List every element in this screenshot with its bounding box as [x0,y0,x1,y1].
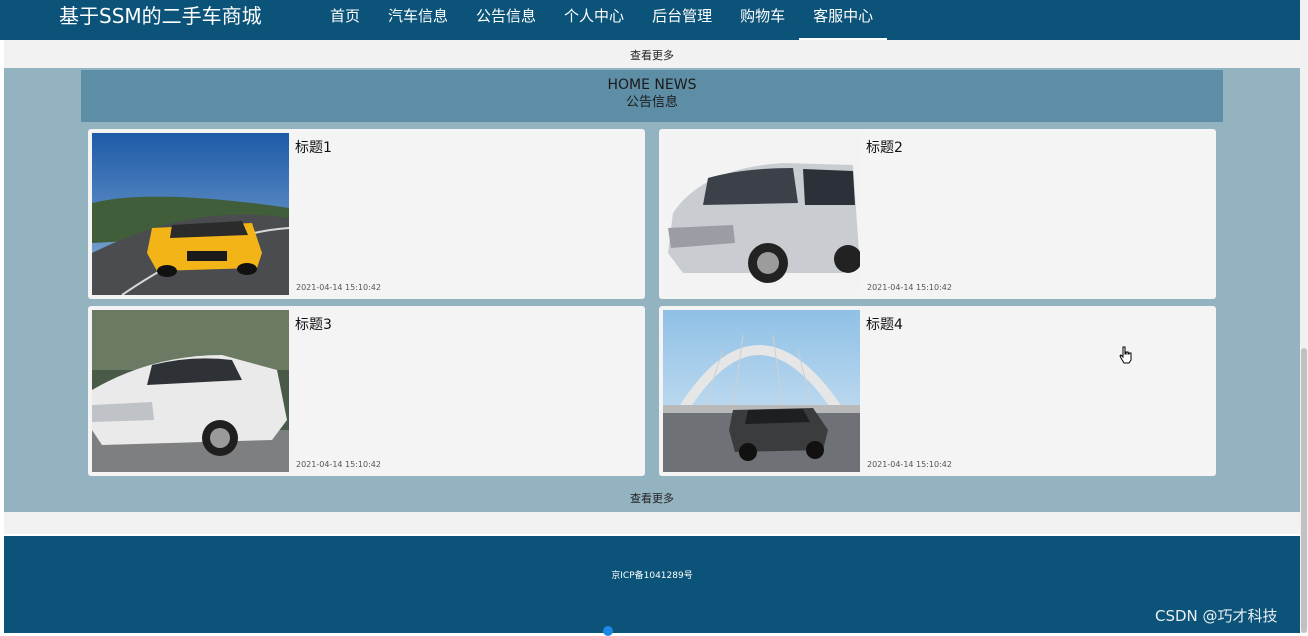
section-spacer [4,512,1300,534]
news-section-header: HOME NEWS 公告信息 [81,70,1223,122]
nav-personal-center[interactable]: 个人中心 [550,0,638,40]
floating-dot-icon[interactable] [603,626,613,636]
news-card-4[interactable]: 标题4 2021-04-14 15:10:42 [659,306,1216,476]
scrollbar-thumb[interactable] [1301,348,1307,633]
news-date: 2021-04-14 15:10:42 [296,283,381,292]
icp-record[interactable]: 京ICP备1041289号 [4,568,1300,581]
view-more-link-news[interactable]: 查看更多 [4,490,1300,506]
news-thumbnail-minivan[interactable] [663,133,860,295]
top-nav-bar: 基于SSM的二手车商城 首页 汽车信息 公告信息 个人中心 后台管理 购物车 客… [0,0,1300,40]
hand-pointer-icon [1119,346,1133,368]
news-title[interactable]: 标题2 [866,137,903,157]
news-card-1[interactable]: 标题1 2021-04-14 15:10:42 [88,129,645,299]
news-thumbnail-bridge-sedan[interactable] [663,310,860,472]
view-more-link-top[interactable]: 查看更多 [4,47,1300,63]
page-footer: 京ICP备1041289号 [4,536,1300,633]
news-date: 2021-04-14 15:10:42 [867,283,952,292]
news-date: 2021-04-14 15:10:42 [296,460,381,469]
news-title[interactable]: 标题1 [295,137,332,157]
news-title[interactable]: 标题3 [295,314,332,334]
news-card-3[interactable]: 标题3 2021-04-14 15:10:42 [88,306,645,476]
main-nav: 首页 汽车信息 公告信息 个人中心 后台管理 购物车 客服中心 [316,0,888,40]
nav-cart[interactable]: 购物车 [726,0,799,40]
nav-admin[interactable]: 后台管理 [638,0,726,40]
nav-car-info[interactable]: 汽车信息 [374,0,462,40]
news-section: HOME NEWS 公告信息 标题1 2021-04-14 15:10:42 标… [4,68,1300,512]
news-title[interactable]: 标题4 [866,314,903,334]
section-title-cn: 公告信息 [625,95,678,110]
section-title-en: HOME NEWS [607,77,697,93]
nav-home[interactable]: 首页 [316,0,374,40]
nav-announcements[interactable]: 公告信息 [462,0,550,40]
news-date: 2021-04-14 15:10:42 [867,460,952,469]
watermark: CSDN @巧才科技 [1155,607,1278,625]
news-thumbnail-white-sedan[interactable] [92,310,289,472]
previous-section-footer: 查看更多 [4,40,1300,68]
news-thumbnail-yellow-car[interactable] [92,133,289,295]
news-card-2[interactable]: 标题2 2021-04-14 15:10:42 [659,129,1216,299]
nav-customer-service[interactable]: 客服中心 [799,0,888,40]
vertical-scrollbar[interactable] [1300,0,1308,633]
site-brand[interactable]: 基于SSM的二手车商城 [59,4,262,28]
